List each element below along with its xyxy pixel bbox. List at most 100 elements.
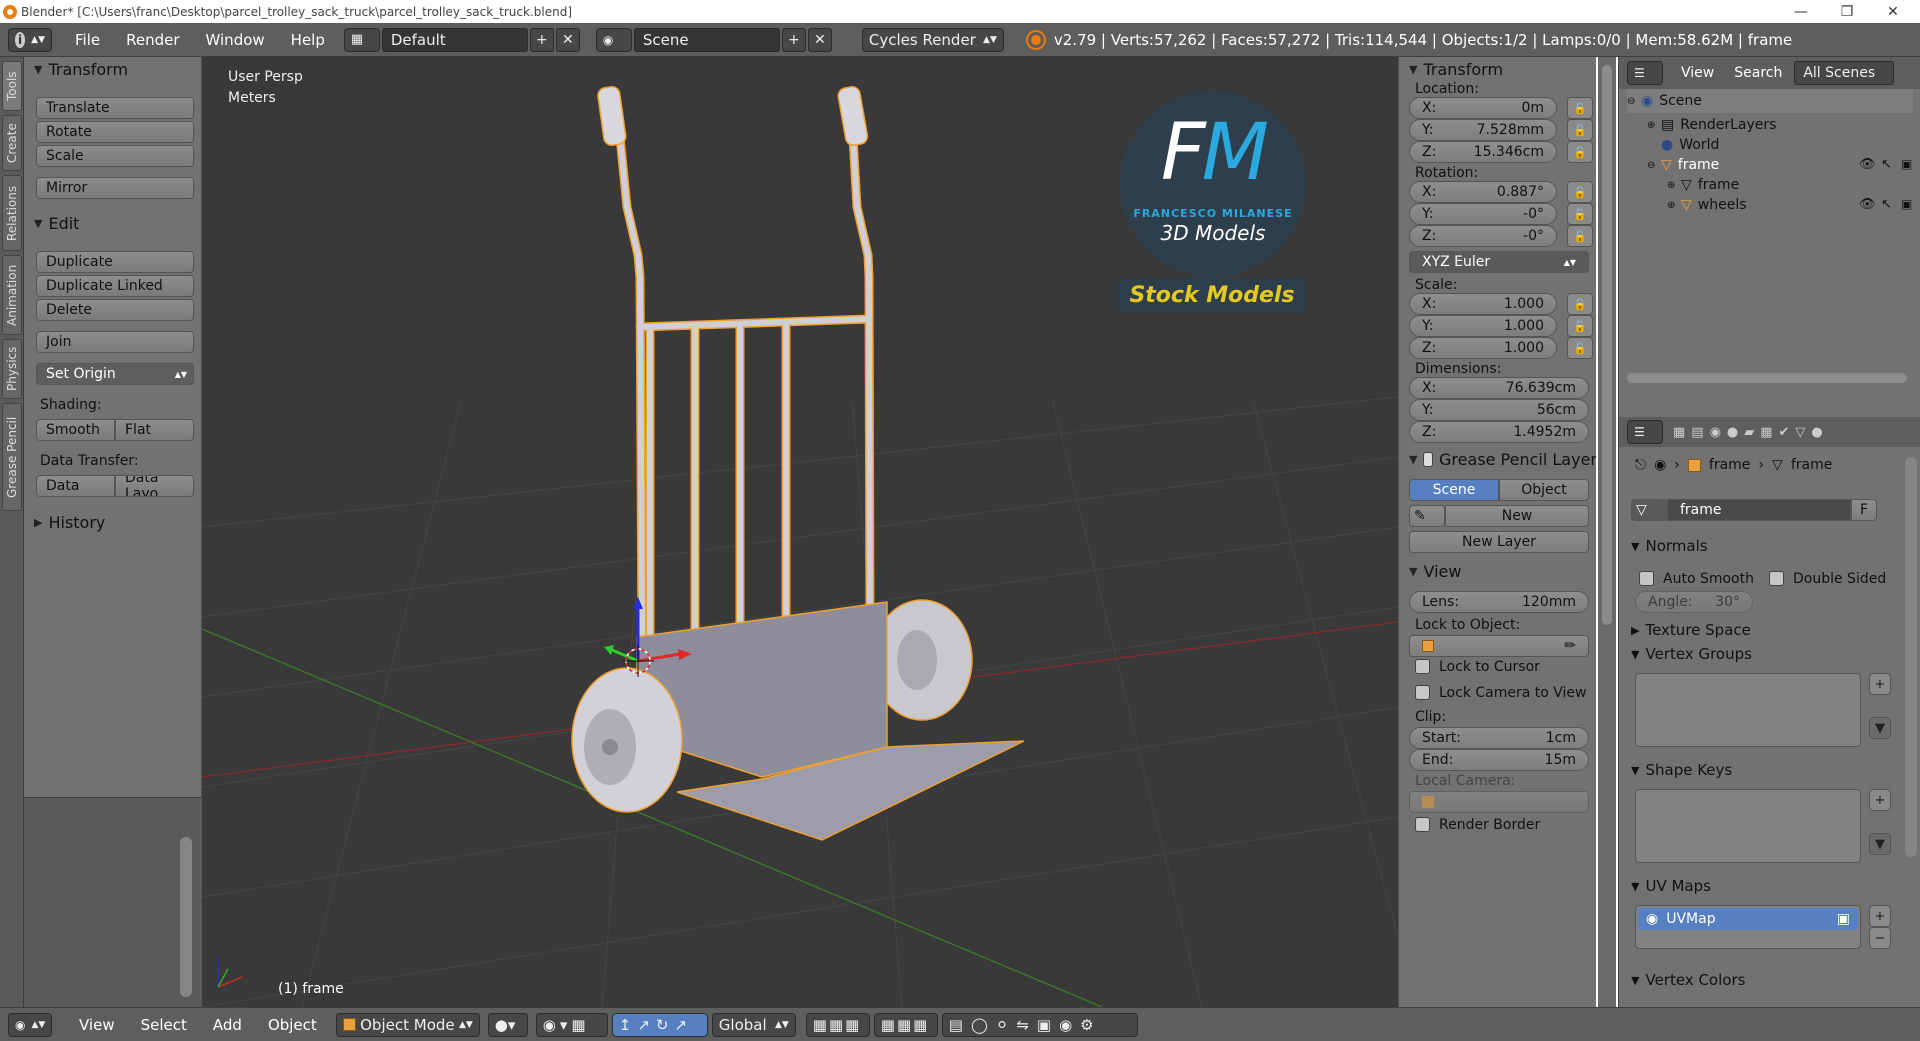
lock-icon[interactable]: 🔓 [1567,337,1593,359]
chevron-down-icon[interactable]: ▼ [1869,717,1891,739]
tab-animation[interactable]: Animation [2,255,22,335]
grease-object-tab[interactable]: Object [1499,479,1589,501]
outliner-display-select[interactable]: All Scenes [1794,61,1895,85]
edit-panel-header[interactable]: ▼ Edit [24,211,202,235]
layout-field[interactable]: Default [381,27,528,52]
scale-button[interactable]: Scale [36,145,194,167]
render-engine-select[interactable]: Cycles Render ▲▼ [861,27,1004,52]
viewport-editor-icon[interactable]: ◉ ▲▼ [8,1012,52,1037]
toolshelf-scrollbar[interactable] [180,837,192,997]
transform-panel-header[interactable]: ▼ Transform [1399,57,1596,81]
tab-physics[interactable]: Physics [2,339,22,399]
location-y-field[interactable]: Y: 7.528mm [1409,119,1557,141]
menu-select[interactable]: Select [128,1016,200,1034]
camera-icon[interactable]: ▣ [1837,911,1850,927]
pivot-snap-icons[interactable]: ◉▾▦ [535,1012,608,1037]
lock-icon[interactable]: 🔓 [1567,97,1593,119]
context-tabs-icon[interactable]: ▦▤◉●▰▦✔▽● [1673,425,1829,440]
rotation-y-field[interactable]: Y: -0° [1409,203,1557,225]
grease-pencil-enable-checkbox[interactable] [1423,451,1434,467]
clip-start-field[interactable]: Start: 1cm [1409,727,1589,749]
mirror-button[interactable]: Mirror [36,177,194,199]
properties-editor-scrollbar[interactable] [1905,457,1917,857]
set-origin-select[interactable]: Set Origin ▲▼ [36,363,194,385]
location-x-field[interactable]: X: 0m [1409,97,1557,119]
cursor-icon[interactable]: ↖ [1881,197,1892,212]
snap-render-icons[interactable]: ▤◯⚪⇋▣◉⚙ [941,1012,1138,1037]
scene-field[interactable]: Scene [633,27,780,52]
maximize-button[interactable]: ❐ [1824,0,1870,23]
close-button[interactable]: ✕ [1870,0,1916,23]
properties-scrollbar[interactable] [1598,57,1616,1007]
add-scene-button[interactable]: + [781,27,806,52]
menu-window[interactable]: Window [193,31,278,49]
double-sided-checkbox[interactable] [1769,571,1784,586]
duplicate-button[interactable]: Duplicate [36,251,194,273]
delete-button[interactable]: Delete [36,299,194,321]
screen-layout-icon[interactable]: ▦ [343,27,380,52]
add-layout-button[interactable]: + [529,27,554,52]
grease-new-button[interactable]: New [1445,505,1589,527]
tab-grease-pencil[interactable]: Grease Pencil [2,403,22,511]
shading-mode-icon[interactable]: ●▾ [487,1012,528,1037]
data-layout-button[interactable]: Data Layo [115,475,194,497]
orientation-select[interactable]: Global ▲▼ [711,1012,796,1037]
history-panel-header[interactable]: ▶ History [24,510,202,534]
grease-scene-tab[interactable]: Scene [1409,479,1499,501]
shape-keys-list[interactable] [1635,789,1861,863]
mesh-browse-icon[interactable]: ▽ [1631,499,1667,521]
tab-relations[interactable]: Relations [2,175,22,251]
lock-object-field[interactable]: ✏ [1409,635,1589,657]
uv-map-item[interactable]: ◉ UVMap ▣ [1638,908,1858,930]
outliner-item-wheels[interactable]: ⊕ ▽ wheels [1667,193,1747,217]
normals-panel-header[interactable]: ▼ Normals [1619,533,1920,559]
rotate-button[interactable]: Rotate [36,121,194,143]
lock-icon[interactable]: 🔓 [1567,293,1593,315]
grease-pencil-panel-header[interactable]: ▼ Grease Pencil Layer [1399,447,1596,471]
location-z-field[interactable]: Z: 15.346cm [1409,141,1557,163]
uv-maps-panel-header[interactable]: ▼ UV Maps [1619,873,1920,899]
minimize-button[interactable]: — [1778,0,1824,23]
add-icon[interactable]: + [1869,673,1891,695]
render-icon[interactable]: ▣ [1901,197,1912,211]
3d-viewport[interactable]: User Persp Meters (1) frame FM FRANCESCO… [202,57,1398,1007]
menu-add[interactable]: Add [200,1016,255,1034]
shape-keys-panel-header[interactable]: ▼ Shape Keys [1619,757,1920,783]
vertex-groups-panel-header[interactable]: ▼ Vertex Groups [1619,641,1920,667]
rotation-x-field[interactable]: X: 0.887° [1409,181,1557,203]
render-border-checkbox[interactable] [1415,817,1430,832]
add-icon[interactable]: + [1869,905,1891,927]
lock-icon[interactable]: 🔓 [1567,203,1593,225]
outliner-search-menu[interactable]: Search [1734,65,1782,81]
menu-file[interactable]: File [62,31,113,49]
lock-icon[interactable]: 🔓 [1567,225,1593,247]
eye-icon[interactable]: 👁 [1859,157,1876,172]
dimension-z-field[interactable]: Z: 1.4952m [1409,421,1589,443]
delete-scene-button[interactable]: ✕ [807,27,832,52]
menu-view[interactable]: View [66,1016,128,1034]
fake-user-button[interactable]: F [1851,499,1877,521]
editor-type-menu[interactable]: i ▲▼ [8,27,52,52]
vertex-groups-list[interactable] [1635,673,1861,747]
menu-help[interactable]: Help [278,31,338,49]
transform-panel-header[interactable]: ▼ Transform [24,57,202,81]
eye-icon[interactable]: 👁 [1859,197,1876,212]
remove-icon[interactable]: − [1869,927,1891,949]
add-icon[interactable]: + [1869,789,1891,811]
lock-icon[interactable]: 🔓 [1567,141,1593,163]
outliner-item-scene[interactable]: ⊖ ◉ Scene [1627,89,1913,113]
lock-cursor-checkbox[interactable] [1415,659,1430,674]
pin-icon[interactable]: ⎋ [1635,457,1646,473]
tab-create[interactable]: Create [2,115,22,171]
lock-icon[interactable]: 🔓 [1567,315,1593,337]
scale-z-field[interactable]: Z: 1.000 [1409,337,1557,359]
manipulator-icons[interactable]: ↥↗↻↗ [611,1012,708,1037]
join-button[interactable]: Join [36,331,194,353]
vertex-colors-panel-header[interactable]: ▼ Vertex Colors [1619,967,1920,993]
layer-buttons[interactable]: ▦▦▦ [805,1012,870,1037]
dimension-x-field[interactable]: X: 76.639cm [1409,377,1589,399]
lens-field[interactable]: Lens: 120mm [1409,591,1589,613]
local-camera-field[interactable] [1409,791,1589,813]
auto-smooth-checkbox[interactable] [1639,571,1654,586]
flat-button[interactable]: Flat [115,419,194,441]
